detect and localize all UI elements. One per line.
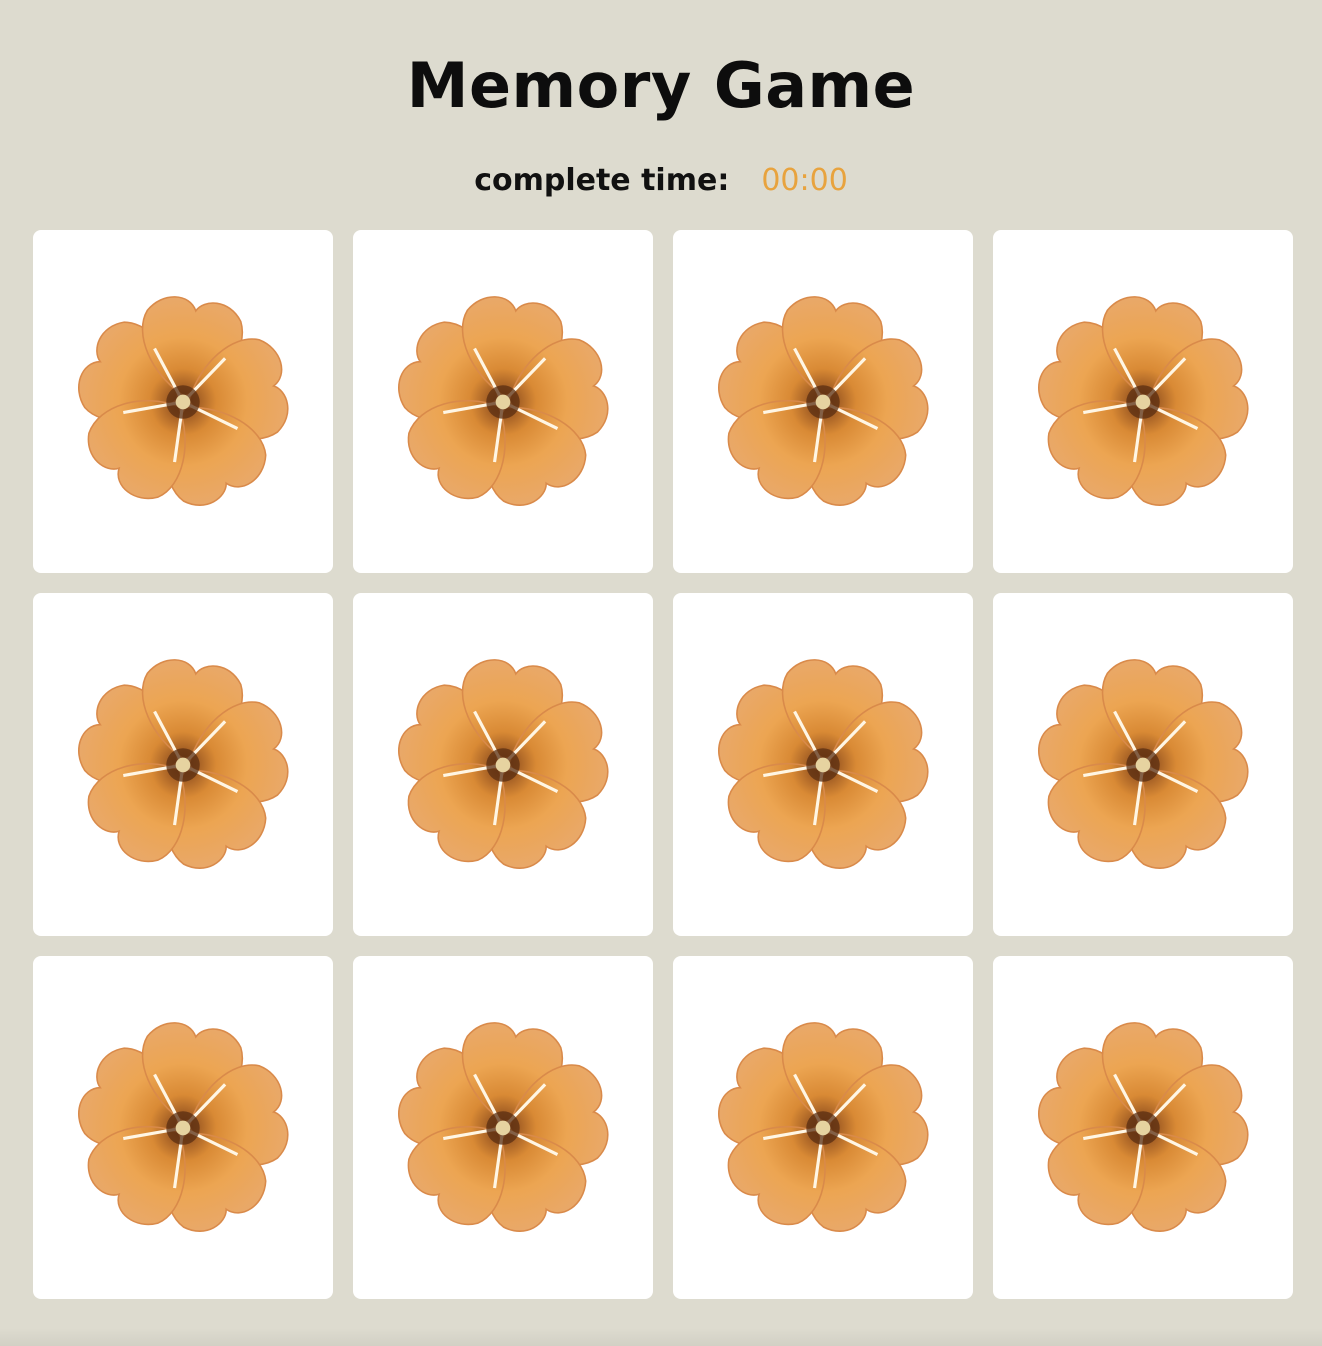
flower-icon xyxy=(398,295,609,506)
memory-card[interactable] xyxy=(353,593,653,936)
flower-icon xyxy=(718,295,929,506)
flower-icon xyxy=(78,295,289,506)
memory-card[interactable] xyxy=(673,593,973,936)
memory-card[interactable] xyxy=(353,956,653,1299)
timer: complete time: 00:00 xyxy=(0,162,1322,200)
page-title: Memory Game xyxy=(406,49,916,122)
memory-card[interactable] xyxy=(993,593,1293,936)
memory-card[interactable] xyxy=(993,230,1293,573)
memory-card[interactable] xyxy=(33,230,333,573)
flower-icon xyxy=(1038,1021,1249,1232)
flower-icon xyxy=(78,1021,289,1232)
flower-icon xyxy=(398,1021,609,1232)
flower-icon xyxy=(718,1021,929,1232)
flower-icon xyxy=(1038,658,1249,869)
memory-card[interactable] xyxy=(993,956,1293,1299)
page-footer-shade xyxy=(0,1328,1322,1346)
memory-card[interactable] xyxy=(33,593,333,936)
timer-value: 00:00 xyxy=(761,163,848,198)
memory-card[interactable] xyxy=(33,956,333,1299)
flower-icon xyxy=(78,658,289,869)
flower-icon xyxy=(398,658,609,869)
card-grid xyxy=(33,230,1293,1299)
memory-card[interactable] xyxy=(673,956,973,1299)
flower-icon xyxy=(1038,295,1249,506)
memory-card[interactable] xyxy=(673,230,973,573)
flower-icon xyxy=(718,658,929,869)
memory-card[interactable] xyxy=(353,230,653,573)
timer-label: complete time: xyxy=(474,163,730,198)
